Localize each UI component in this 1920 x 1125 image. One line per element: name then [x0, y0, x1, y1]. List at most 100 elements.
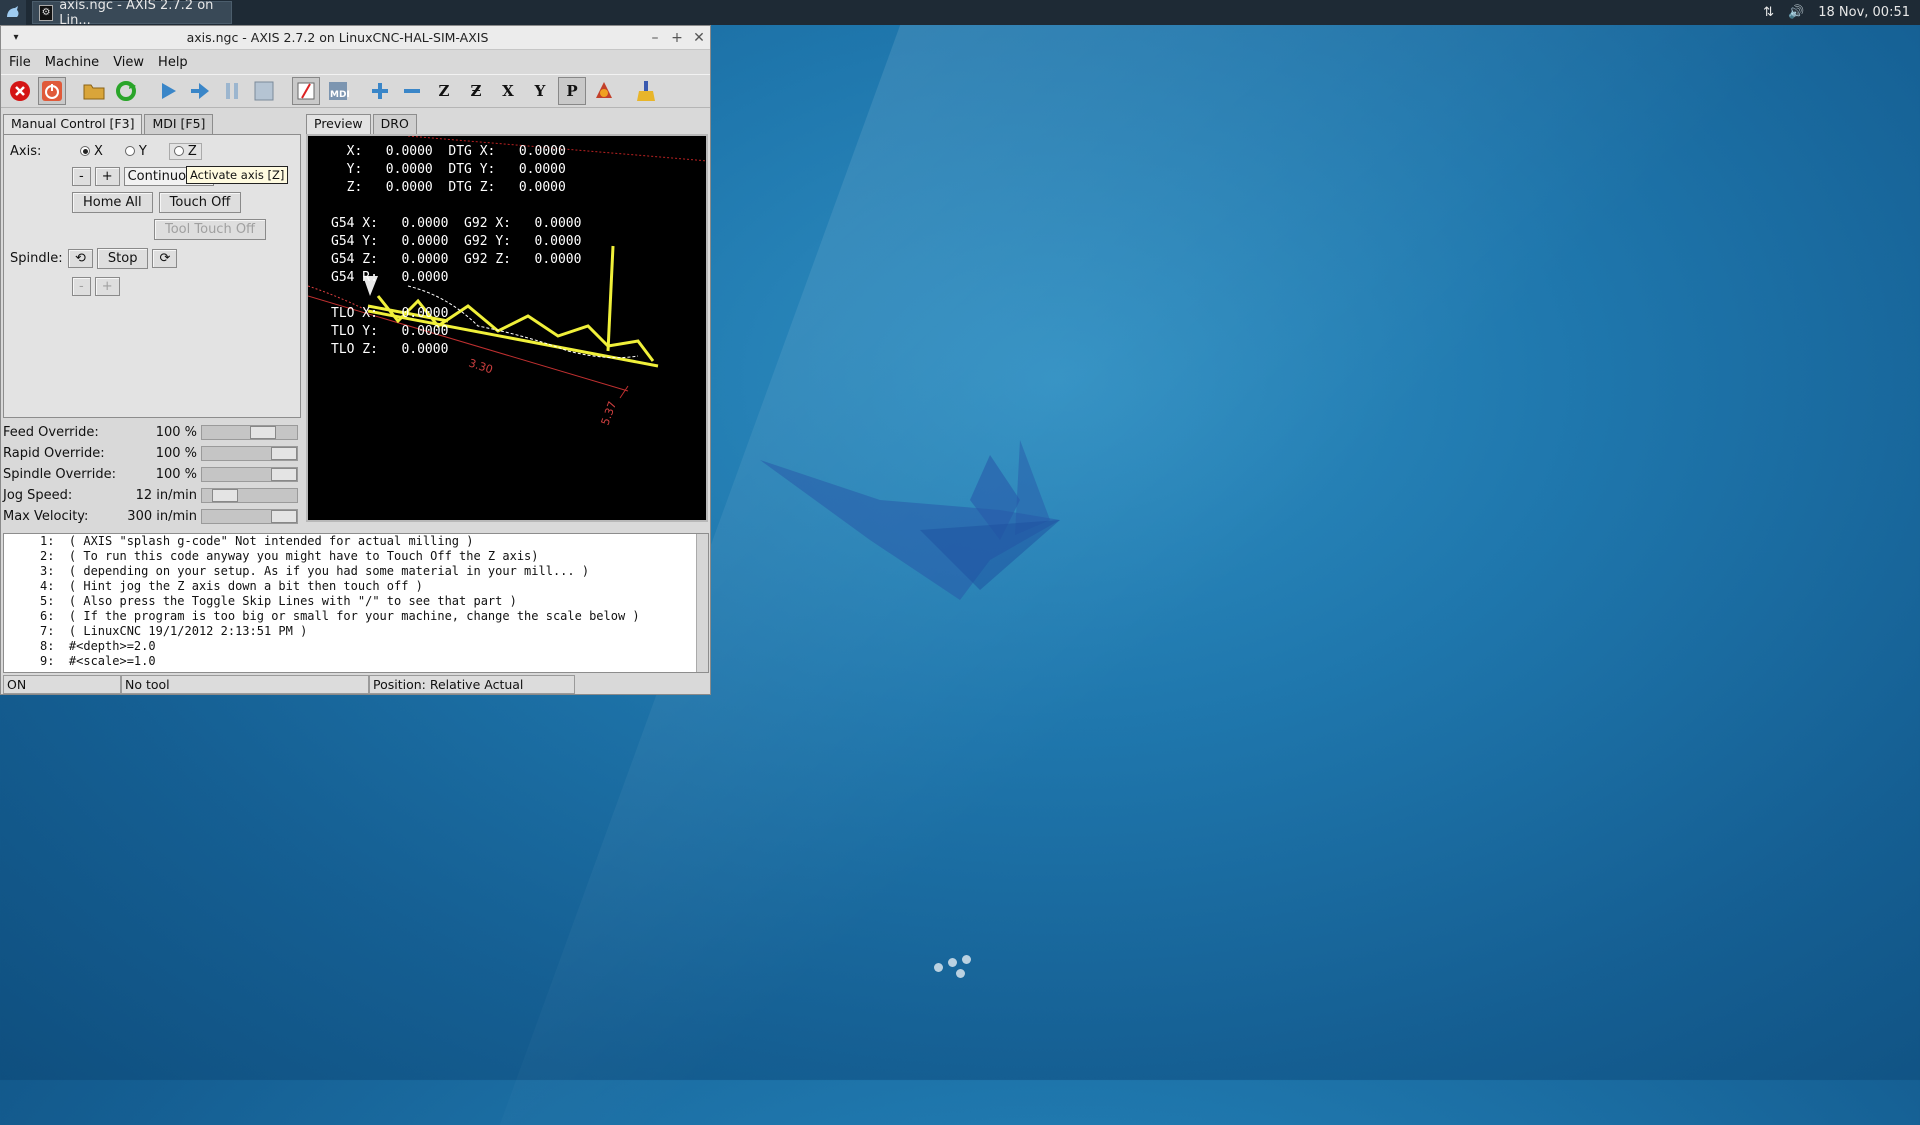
minimize-icon[interactable]: – — [644, 30, 666, 46]
menu-view[interactable]: View — [109, 53, 148, 72]
feed-override-value: 100 % — [155, 425, 197, 440]
gcode-line[interactable]: 5: ( Also press the Toggle Skip Lines wi… — [4, 594, 708, 609]
spindle-plus-button[interactable]: + — [94, 276, 120, 296]
max-velocity-row: Max Velocity: 300 in/min — [3, 506, 301, 527]
gcode-line[interactable]: 6: ( If the program is too big or small … — [4, 609, 708, 624]
gcode-line[interactable]: 7: ( LinuxCNC 19/1/2012 2:13:51 PM ) — [4, 624, 708, 639]
jog-speed-label: Jog Speed: — [3, 488, 73, 503]
gcode-line[interactable]: 3: ( depending on your setup. As if you … — [4, 564, 708, 579]
max-velocity-value: 300 in/min — [127, 509, 197, 524]
window-menu-icon[interactable]: ▾ — [1, 32, 31, 43]
gcode-line[interactable]: 1: ( AXIS "splash g-code" Not intended f… — [4, 534, 708, 549]
axis-y-label: Y — [138, 143, 147, 159]
step-icon[interactable] — [186, 77, 214, 105]
tab-manual-control[interactable]: Manual Control [F3] — [3, 114, 143, 134]
tab-dro[interactable]: DRO — [372, 114, 417, 134]
slider-thumb[interactable] — [250, 426, 276, 439]
clock[interactable]: 18 Nov, 00:51 — [1818, 5, 1910, 20]
spindle-cw-icon[interactable]: ⟳ — [152, 248, 178, 268]
run-icon[interactable] — [154, 77, 182, 105]
view-p-icon[interactable]: P — [558, 77, 586, 105]
reload-icon[interactable] — [112, 77, 140, 105]
home-all-button[interactable]: Home All — [72, 192, 153, 213]
spindle-minus-button[interactable]: - — [72, 276, 91, 296]
power-icon[interactable] — [38, 77, 66, 105]
taskbar-task-axis[interactable]: ⚙ axis.ngc - AXIS 2.7.2 on Lin... — [32, 0, 232, 28]
jog-minus-button[interactable]: - — [72, 166, 91, 186]
slider-thumb[interactable] — [212, 489, 238, 502]
tool-touch-off-button[interactable]: Tool Touch Off — [154, 218, 267, 240]
gcode-line[interactable]: 9: #<scale>=1.0 — [4, 654, 708, 669]
menu-file[interactable]: File — [5, 53, 35, 72]
window-title: axis.ngc - AXIS 2.7.2 on LinuxCNC-HAL-SI… — [186, 30, 489, 45]
start-menu-button[interactable] — [0, 0, 26, 25]
gcode-listing[interactable]: 1: ( AXIS "splash g-code" Not intended f… — [3, 533, 709, 673]
dro-line: TLO Y: 0.0000 — [331, 324, 449, 339]
slider-thumb[interactable] — [271, 447, 297, 460]
max-velocity-label: Max Velocity: — [3, 509, 89, 524]
axis-radio-z[interactable]: Z — [168, 142, 202, 160]
maximize-icon[interactable]: + — [666, 30, 688, 46]
gcode-scrollbar[interactable] — [696, 534, 708, 672]
toolpath-preview[interactable]: 3.30 5.37 X: 0.0000 DTG X: 0.0000 Y: 0.0… — [306, 134, 708, 522]
svg-text:MDI: MDI — [330, 90, 349, 100]
feed-override-row: Feed Override: 100 % — [3, 422, 301, 443]
gcode-line[interactable]: 2: ( To run this code anyway you might h… — [4, 549, 708, 564]
status-tool: No tool — [121, 675, 369, 694]
axis-radio-x[interactable]: X — [80, 144, 103, 159]
tab-preview[interactable]: Preview — [306, 114, 371, 134]
view-x-icon[interactable]: X — [494, 77, 522, 105]
mdi-icon[interactable]: MDI — [324, 77, 352, 105]
volume-icon[interactable]: 🔊 — [1788, 5, 1804, 20]
stop-icon[interactable] — [250, 77, 278, 105]
jog-speed-value: 12 in/min — [135, 488, 197, 503]
max-velocity-slider[interactable] — [201, 509, 298, 524]
preview-tabs: Preview DRO — [306, 114, 419, 134]
spindle-ccw-icon[interactable]: ⟲ — [68, 248, 93, 268]
gcode-line[interactable]: 4: ( Hint jog the Z axis down a bit then… — [4, 579, 708, 594]
dro-line: G54 Y: 0.0000 G92 Y: 0.0000 — [331, 234, 582, 249]
touch-off-button[interactable]: Touch Off — [158, 192, 242, 213]
tab-mdi[interactable]: MDI [F5] — [144, 114, 214, 134]
view-y-icon[interactable]: Y — [526, 77, 554, 105]
network-icon[interactable]: ⇅ — [1763, 5, 1774, 20]
xfce-mouse-icon — [7, 5, 19, 17]
spindle-override-slider[interactable] — [201, 467, 298, 482]
skip-lines-icon[interactable] — [292, 77, 320, 105]
pause-icon[interactable] — [218, 77, 246, 105]
rapid-override-value: 100 % — [155, 446, 197, 461]
slider-thumb[interactable] — [271, 510, 297, 523]
zoom-in-icon[interactable] — [366, 77, 394, 105]
window-titlebar[interactable]: ▾ axis.ngc - AXIS 2.7.2 on LinuxCNC-HAL-… — [1, 26, 710, 50]
taskbar: ⚙ axis.ngc - AXIS 2.7.2 on Lin... ⇅ 🔊 18… — [0, 0, 1920, 28]
desktop-mouse-mascot — [760, 440, 1060, 600]
zoom-out-icon[interactable] — [398, 77, 426, 105]
status-position: Position: Relative Actual — [369, 675, 575, 694]
view-z2-icon[interactable]: Ƶ — [462, 77, 490, 105]
axis-app-icon: ⚙ — [39, 4, 54, 21]
jog-speed-slider[interactable] — [201, 488, 298, 503]
jog-plus-button[interactable]: + — [94, 166, 120, 186]
menu-machine[interactable]: Machine — [41, 53, 103, 72]
close-icon[interactable]: ✕ — [688, 30, 710, 46]
manual-control-pane: Manual Control [F3] MDI [F5] Axis: X Y Z… — [3, 114, 301, 419]
gcode-line[interactable]: 8: #<depth>=2.0 — [4, 639, 708, 654]
feed-override-slider[interactable] — [201, 425, 298, 440]
axis-radio-y[interactable]: Y — [124, 143, 147, 159]
spindle-label: Spindle: — [10, 250, 63, 266]
rapid-override-label: Rapid Override: — [3, 446, 105, 461]
slider-thumb[interactable] — [271, 468, 297, 481]
radio-dot — [124, 146, 135, 156]
clear-live-plot-icon[interactable] — [632, 77, 660, 105]
spindle-stop-button[interactable]: Stop — [96, 247, 149, 269]
toolbar: MDI Z Ƶ X Y P — [1, 74, 710, 108]
open-icon[interactable] — [80, 77, 108, 105]
radio-dot — [173, 146, 184, 156]
rotate-icon[interactable] — [590, 77, 618, 105]
dro-line: G54 R: 0.0000 — [331, 270, 449, 285]
dimension-label-b: 5.37 — [599, 400, 620, 427]
estop-icon[interactable] — [6, 77, 34, 105]
menu-help[interactable]: Help — [154, 53, 192, 72]
view-z-icon[interactable]: Z — [430, 77, 458, 105]
rapid-override-slider[interactable] — [201, 446, 298, 461]
